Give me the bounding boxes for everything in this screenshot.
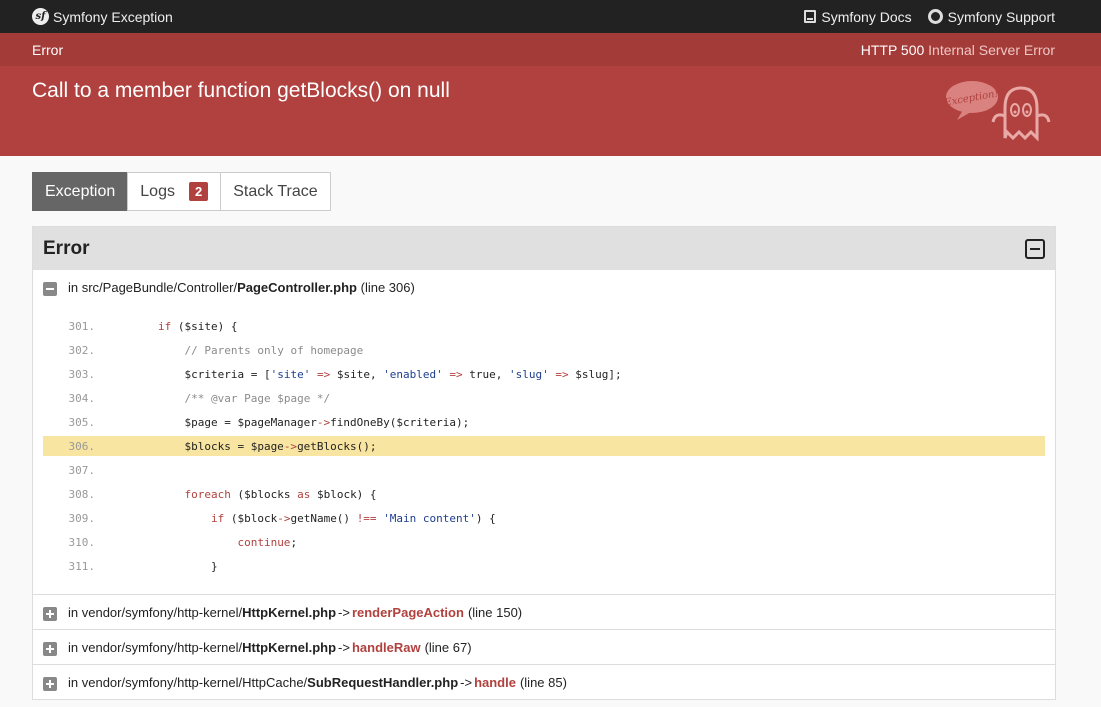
code-text: $page = $pageManager->findOneBy($criteri… (105, 415, 470, 429)
trace-file: PageController.php (237, 279, 357, 295)
code-line: 308. foreach ($blocks as $block) { (43, 482, 1045, 506)
trace-file: HttpKernel.php (242, 639, 337, 655)
brand-label: Symfony Exception (53, 8, 173, 25)
error-panel-title: Error (43, 237, 90, 259)
code-text: foreach ($blocks as $block) { (184, 487, 377, 501)
trace-file: HttpKernel.php (242, 604, 337, 620)
code-text: // Parents only of homepage (184, 343, 364, 357)
line-number: 307. (68, 463, 96, 477)
status-bar: Error HTTP 500 Internal Server Error (0, 33, 1101, 66)
code-line: 307. (43, 458, 1045, 482)
trace-row[interactable]: in vendor/symfony/http-kernel/HttpKernel… (33, 594, 1055, 629)
code-text: if ($site) { (157, 319, 238, 333)
support-icon (927, 9, 943, 24)
trace-line: (line 85) (519, 674, 567, 690)
trace-row[interactable]: in vendor/symfony/http-kernel/HttpCache/… (33, 664, 1055, 699)
expand-trace-icon[interactable] (43, 607, 57, 621)
http-status-text: Internal Server Error (928, 41, 1055, 58)
exception-ghost-icon: Exception! (945, 81, 1051, 142)
symfony-support-link[interactable]: Symfony Support (927, 8, 1055, 25)
trace-arrow: -> (460, 674, 473, 690)
status-left: Error (32, 41, 64, 58)
trace-prefix: in vendor/symfony/http-kernel/ (68, 604, 243, 620)
top-links: Symfony Docs Symfony Support (804, 9, 1055, 25)
tab-logs[interactable]: Logs 2 (127, 172, 222, 211)
code-text: $criteria = ['site' => $site, 'enabled' … (105, 367, 622, 381)
tab-logs-label: Logs (140, 182, 175, 200)
code-line: 303. $criteria = ['site' => $site, 'enab… (43, 362, 1045, 386)
code-line: 311. } (43, 554, 1045, 578)
tab-exception[interactable]: Exception (32, 172, 129, 211)
tab-exception-label: Exception (45, 182, 116, 200)
trace-prefix: in src/PageBundle/Controller/ (68, 279, 238, 295)
code-text: continue; (237, 535, 298, 549)
trace-prefix: in vendor/symfony/http-kernel/ (68, 639, 243, 655)
http-code: HTTP 500 (860, 41, 925, 58)
trace-line: (line 67) (424, 639, 472, 655)
trace-row[interactable]: in src/PageBundle/Controller/PageControl… (33, 270, 1055, 304)
line-number: 311. (68, 559, 96, 573)
trace-line: (line 150) (467, 604, 523, 620)
line-number: 306. (68, 439, 96, 453)
tab-stack-trace[interactable]: Stack Trace (220, 172, 331, 211)
code-text: } (105, 559, 218, 573)
trace-arrow: -> (338, 639, 350, 655)
line-number: 303. (68, 367, 96, 381)
trace-function: handle (474, 674, 516, 690)
code-line-highlighted: 306. $blocks = $page->getBlocks(); (43, 436, 1045, 456)
support-label: Symfony Support (947, 8, 1055, 25)
line-number: 310. (68, 535, 96, 549)
trace-function: renderPageAction (351, 604, 464, 620)
http-status: HTTP 500 Internal Server Error (861, 42, 1055, 58)
line-number: 304. (68, 391, 96, 405)
code-snippet: 301. if ($site) {302. // Parents only of… (33, 304, 1055, 594)
trace-prefix: in vendor/symfony/http-kernel/HttpCache/ (68, 674, 308, 690)
code-line: 305. $page = $pageManager->findOneBy($cr… (43, 410, 1045, 434)
line-number: 301. (68, 319, 96, 333)
collapse-trace-icon[interactable] (43, 282, 57, 296)
code-line: 310. continue; (43, 530, 1045, 554)
tabs: Exception Logs 2 Stack Trace (32, 172, 1056, 211)
code-line: 301. if ($site) { (43, 314, 1045, 338)
code-text: if ($block->getName() !== 'Main content'… (210, 511, 496, 525)
code-line: 309. if ($block->getName() !== 'Main con… (43, 506, 1045, 530)
expand-trace-icon[interactable] (43, 677, 57, 691)
logs-count-badge: 2 (188, 182, 209, 201)
top-bar: sf Symfony Exception Symfony Docs Symfon… (0, 0, 1101, 33)
trace-line: (line 306) (360, 279, 415, 295)
exception-message: Call to a member function getBlocks() on… (32, 79, 450, 102)
brand[interactable]: sf Symfony Exception (32, 8, 173, 25)
line-number: 309. (68, 511, 96, 525)
trace-file: SubRequestHandler.php (307, 674, 459, 690)
tab-stack-trace-label: Stack Trace (233, 182, 318, 200)
book-icon (804, 10, 817, 23)
error-panel-header: Error (33, 227, 1055, 270)
code-text: $blocks = $page->getBlocks(); (105, 439, 377, 453)
symfony-logo-icon: sf (32, 8, 49, 25)
code-text: /** @var Page $page */ (184, 391, 331, 405)
collapse-panel-icon[interactable] (1025, 238, 1045, 259)
docs-label: Symfony Docs (821, 8, 912, 25)
line-number: 302. (68, 343, 96, 357)
exception-header: Call to a member function getBlocks() on… (0, 66, 1101, 156)
trace-arrow: -> (338, 604, 350, 620)
trace-list: in vendor/symfony/http-kernel/HttpKernel… (33, 594, 1055, 699)
code-line: 302. // Parents only of homepage (43, 338, 1045, 362)
trace-row[interactable]: in vendor/symfony/http-kernel/HttpKernel… (33, 629, 1055, 664)
line-number: 305. (68, 415, 96, 429)
symfony-docs-link[interactable]: Symfony Docs (804, 8, 912, 25)
code-line: 304. /** @var Page $page */ (43, 386, 1045, 410)
trace-function: handleRaw (351, 639, 421, 655)
main-container: Exception Logs 2 Stack Trace Error in sr… (0, 156, 1101, 700)
expand-trace-icon[interactable] (43, 642, 57, 656)
line-number: 308. (68, 487, 96, 501)
error-panel: Error in src/PageBundle/Controller/PageC… (32, 226, 1056, 700)
